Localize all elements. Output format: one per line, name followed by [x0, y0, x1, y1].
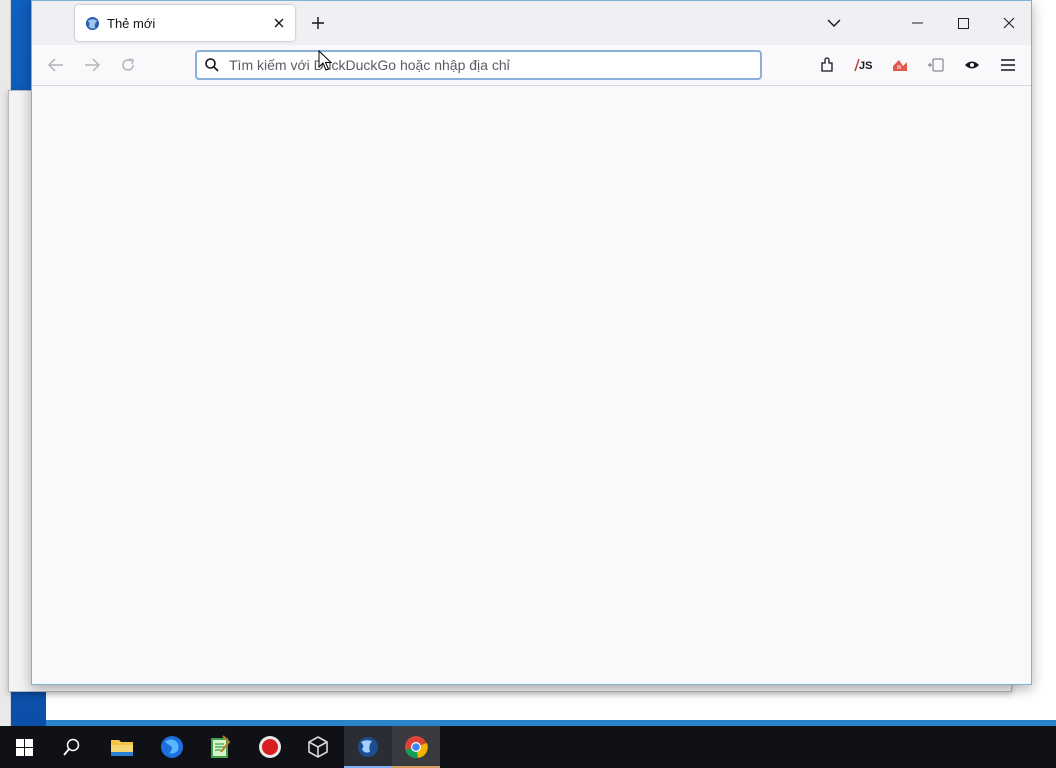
tab-title: Thẻ mới [107, 15, 156, 31]
close-window-icon[interactable] [986, 1, 1032, 45]
close-tab-icon[interactable] [267, 11, 291, 35]
navigation-toolbar: Tìm kiếm với DuckDuckGo hoặc nhập địa ch… [32, 45, 1031, 86]
chevron-down-icon[interactable] [822, 11, 846, 35]
record-icon[interactable] [246, 726, 294, 768]
browser-globe-icon [84, 15, 100, 31]
eye-icon[interactable] [959, 52, 985, 78]
chrome-icon[interactable] [392, 726, 440, 768]
file-explorer-icon[interactable] [98, 726, 146, 768]
back-arrow-icon[interactable] [43, 52, 69, 78]
tab-container-icon[interactable] [923, 52, 949, 78]
mouse-cursor-icon [318, 50, 332, 71]
reload-icon[interactable] [115, 52, 141, 78]
minimize-icon[interactable] [894, 1, 940, 45]
new-tab-icon[interactable] [306, 11, 330, 35]
forward-arrow-icon[interactable] [79, 52, 105, 78]
page-content[interactable] [32, 86, 1031, 684]
virtualbox-icon[interactable] [294, 726, 342, 768]
ublock-icon[interactable] [887, 52, 913, 78]
javascript-toggle-icon[interactable]: JS [851, 52, 877, 78]
tab-new-tab[interactable]: Thẻ mới [75, 5, 295, 41]
address-placeholder: Tìm kiếm với DuckDuckGo hoặc nhập địa ch… [229, 57, 510, 73]
notepad-icon[interactable] [196, 726, 244, 768]
address-bar[interactable]: Tìm kiếm với DuckDuckGo hoặc nhập địa ch… [195, 50, 762, 80]
extensions-icon[interactable] [815, 52, 841, 78]
search-icon [204, 57, 220, 73]
search-taskbar-icon[interactable] [48, 726, 96, 768]
browser-window: Thẻ mới Tìm kiếm với DuckDuckGo hoặc nhậ… [31, 0, 1032, 685]
maximize-icon[interactable] [940, 1, 986, 45]
menu-icon[interactable] [995, 52, 1021, 78]
windows-start-icon[interactable] [0, 726, 48, 768]
waterfox-icon[interactable] [344, 726, 392, 768]
firefox-icon[interactable] [148, 726, 196, 768]
svg-text:JS: JS [859, 60, 872, 72]
taskbar [0, 726, 1056, 768]
title-bar: Thẻ mới [32, 1, 1031, 45]
